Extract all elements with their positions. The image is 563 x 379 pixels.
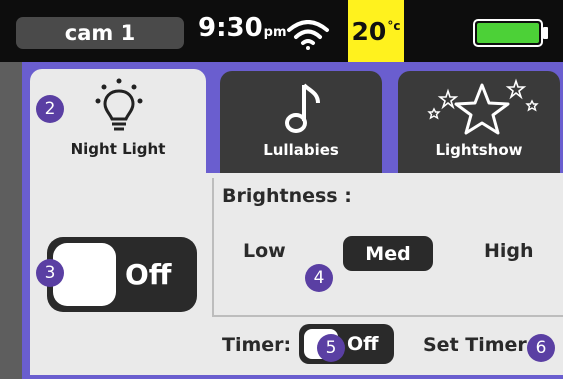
left-edge [0, 62, 22, 379]
clock: 9:30 pm [198, 13, 287, 43]
temperature-value: 20 [351, 16, 387, 46]
temperature-unit: °c [387, 19, 401, 33]
set-timer-button[interactable]: Set Timer [423, 334, 527, 356]
brightness-low-option[interactable]: Low [243, 240, 286, 262]
divider-vertical [212, 178, 214, 315]
callout-marker-4: 4 [305, 264, 333, 292]
camera-label: cam 1 [64, 21, 136, 45]
clock-suffix: pm [263, 25, 287, 40]
night-light-toggle-state: Off [125, 258, 172, 291]
callout-marker-6: 6 [527, 334, 555, 362]
status-bar: cam 1 9:30 pm 20 °c [0, 0, 563, 62]
divider-horizontal [212, 315, 563, 317]
music-note-icon [285, 83, 320, 133]
tab-lullabies-label: Lullabies [263, 141, 339, 159]
brightness-med-label: Med [365, 242, 411, 265]
camera-selector[interactable]: cam 1 [16, 17, 184, 49]
wifi-icon [287, 20, 329, 50]
timer-label: Timer: [222, 334, 292, 356]
tab-lightshow[interactable]: Lightshow [398, 71, 560, 173]
callout-marker-2: 2 [36, 95, 64, 123]
camera-ui-screen: cam 1 9:30 pm 20 °c Night Light Lullabie… [0, 0, 563, 379]
tab-lullabies[interactable]: Lullabies [220, 71, 382, 173]
lightbulb-icon [95, 78, 143, 131]
tab-night-light-label: Night Light [70, 140, 166, 158]
callout-marker-3: 3 [36, 259, 64, 287]
brightness-title: Brightness : [222, 185, 352, 207]
brightness-high-option[interactable]: High [484, 240, 534, 262]
tab-lightshow-label: Lightshow [435, 141, 523, 159]
stars-icon [427, 78, 539, 135]
battery-icon [473, 19, 548, 47]
temperature-display: 20 °c [348, 0, 404, 62]
timer-toggle-state: Off [347, 333, 379, 355]
clock-time: 9:30 [198, 13, 263, 43]
callout-marker-5: 5 [317, 334, 345, 362]
brightness-med-option[interactable]: Med [343, 236, 433, 271]
timer-toggle[interactable]: Off [299, 324, 394, 364]
night-light-toggle[interactable]: Off [47, 237, 197, 312]
